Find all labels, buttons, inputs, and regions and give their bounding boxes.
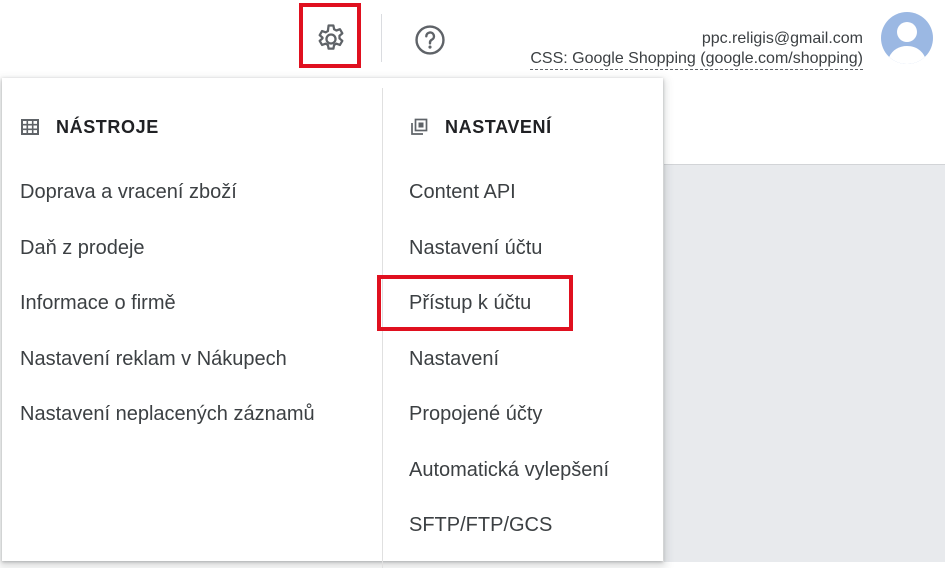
account-access-highlight-box (377, 275, 573, 331)
tools-list: Doprava a vracení zboží Daň z prodeje In… (2, 165, 380, 443)
background-card (664, 86, 945, 164)
settings-highlight-box (299, 3, 361, 68)
menu-item-sftp-ftp-gcs[interactable]: SFTP/FTP/GCS (383, 498, 664, 554)
account-info[interactable]: ppc.religis@gmail.com CSS: Google Shoppi… (530, 29, 863, 70)
help-circle-icon (415, 25, 445, 55)
account-email: ppc.religis@gmail.com (701, 30, 863, 47)
tools-column: NÁSTROJE Doprava a vracení zboží Daň z p… (2, 78, 380, 443)
menu-item-shipping-returns[interactable]: Doprava a vracení zboží (2, 165, 380, 221)
menu-item-free-listings-settings[interactable]: Nastavení neplacených záznamů (2, 387, 380, 443)
menu-item-shopping-ads-settings[interactable]: Nastavení reklam v Nákupech (2, 332, 380, 388)
menu-item-account-settings[interactable]: Nastavení účtu (383, 221, 664, 277)
copy-layers-icon (409, 116, 431, 138)
menu-item-sales-tax[interactable]: Daň z prodeje (2, 221, 380, 277)
top-bar: ppc.religis@gmail.com CSS: Google Shoppi… (0, 0, 945, 80)
avatar[interactable] (881, 12, 933, 64)
menu-item-content-api[interactable]: Content API (383, 165, 664, 221)
toolbar-divider (381, 14, 382, 62)
help-button[interactable] (410, 20, 450, 60)
background-content (664, 164, 945, 562)
avatar-person-icon (887, 22, 927, 64)
menu-item-linked-accounts[interactable]: Propojené účty (383, 387, 664, 443)
tools-header: NÁSTROJE (2, 107, 380, 147)
menu-item-automatic-improvements[interactable]: Automatická vylepšení (383, 443, 664, 499)
settings-header: NASTAVENÍ (383, 107, 664, 147)
account-subtitle[interactable]: CSS: Google Shopping (google.com/shoppin… (530, 49, 863, 70)
menu-item-business-info[interactable]: Informace o firmě (2, 276, 380, 332)
menu-item-settings[interactable]: Nastavení (383, 332, 664, 388)
settings-list: Content API Nastavení účtu Přístup k účt… (383, 165, 664, 554)
grid-table-icon (20, 116, 42, 138)
tools-title: NÁSTROJE (56, 116, 159, 137)
settings-title: NASTAVENÍ (445, 116, 552, 137)
